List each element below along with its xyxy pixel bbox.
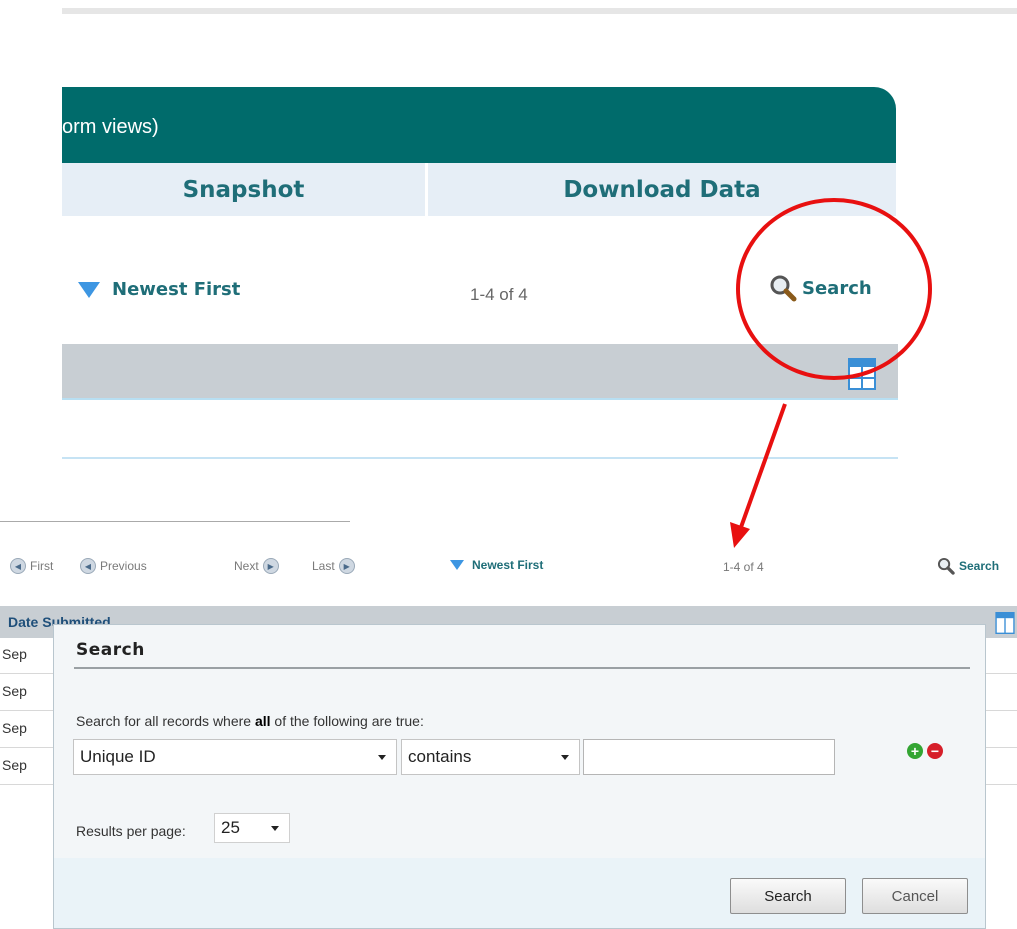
date-cell: Sep xyxy=(2,757,27,773)
previous-page-button[interactable]: ◀ Previous xyxy=(80,558,147,574)
field-select-value: Unique ID xyxy=(80,747,156,766)
dialog-title: Search xyxy=(76,640,145,660)
record-count-small: 1-4 of 4 xyxy=(723,560,764,574)
tab-bar: Snapshot Download Data xyxy=(62,163,896,216)
first-label: First xyxy=(30,559,54,573)
search-value-input[interactable] xyxy=(583,739,835,775)
last-label: Last xyxy=(312,559,335,573)
search-link[interactable]: Search xyxy=(936,557,999,575)
top-divider xyxy=(62,8,1017,14)
results-per-page-value: 25 xyxy=(221,818,240,837)
zoom-bottom-rule xyxy=(62,457,898,459)
sort-label: Newest First xyxy=(112,279,241,300)
date-cell: Sep xyxy=(2,683,27,699)
first-page-icon: ◀ xyxy=(10,558,26,574)
grid-view-icon[interactable] xyxy=(994,612,1016,634)
panel-header: orm views) xyxy=(62,87,896,163)
sort-newest-first-link[interactable]: Newest First xyxy=(78,279,240,300)
results-per-page-label: Results per page: xyxy=(76,823,186,839)
sort-label-small: Newest First xyxy=(472,558,544,572)
dialog-title-rule xyxy=(74,667,970,669)
sort-triangle-icon xyxy=(450,560,464,570)
remove-condition-icon[interactable]: − xyxy=(927,743,943,759)
description-bold: all xyxy=(254,713,271,729)
operator-select-value: contains xyxy=(408,747,472,766)
last-page-icon: ▶ xyxy=(338,558,355,574)
add-condition-icon[interactable]: + xyxy=(907,743,923,759)
cancel-button[interactable]: Cancel xyxy=(862,878,968,914)
record-count: 1-4 of 4 xyxy=(470,285,528,304)
panel-caption: orm views) xyxy=(62,116,159,138)
search-label-small: Search xyxy=(959,559,1000,573)
next-page-button[interactable]: Next ▶ xyxy=(234,558,279,574)
description-suffix: of the following are true: xyxy=(270,713,424,729)
sort-newest-first-link-small[interactable]: Newest First xyxy=(450,558,543,572)
tab-snapshot[interactable]: Snapshot xyxy=(62,163,425,216)
chevron-down-icon xyxy=(378,755,386,760)
field-select[interactable]: Unique ID xyxy=(73,739,397,775)
next-page-icon: ▶ xyxy=(262,558,279,574)
date-cell: Sep xyxy=(2,720,27,736)
last-page-button[interactable]: Last ▶ xyxy=(312,558,355,574)
first-page-button[interactable]: ◀ First xyxy=(10,558,53,574)
previous-page-icon: ◀ xyxy=(80,558,96,574)
sort-triangle-icon xyxy=(78,281,100,298)
date-cell: Sep xyxy=(2,646,27,662)
operator-select[interactable]: contains xyxy=(401,739,580,775)
pager-bar: ◀ First ◀ Previous Next ▶ Last ▶ Newest … xyxy=(0,555,1017,581)
results-per-page-select[interactable]: 25 xyxy=(214,813,290,843)
chevron-down-icon xyxy=(271,826,279,831)
highlight-circle xyxy=(736,198,932,380)
chevron-down-icon xyxy=(561,755,569,760)
section-divider xyxy=(0,521,350,522)
magnifier-icon xyxy=(937,557,955,575)
previous-label: Previous xyxy=(100,559,147,573)
next-label: Next xyxy=(234,559,259,573)
search-dialog: Search Search for all records where all … xyxy=(53,624,986,929)
search-button[interactable]: Search xyxy=(730,878,846,914)
search-description: Search for all records where all of the … xyxy=(76,713,424,729)
description-prefix: Search for all records where xyxy=(76,713,255,729)
